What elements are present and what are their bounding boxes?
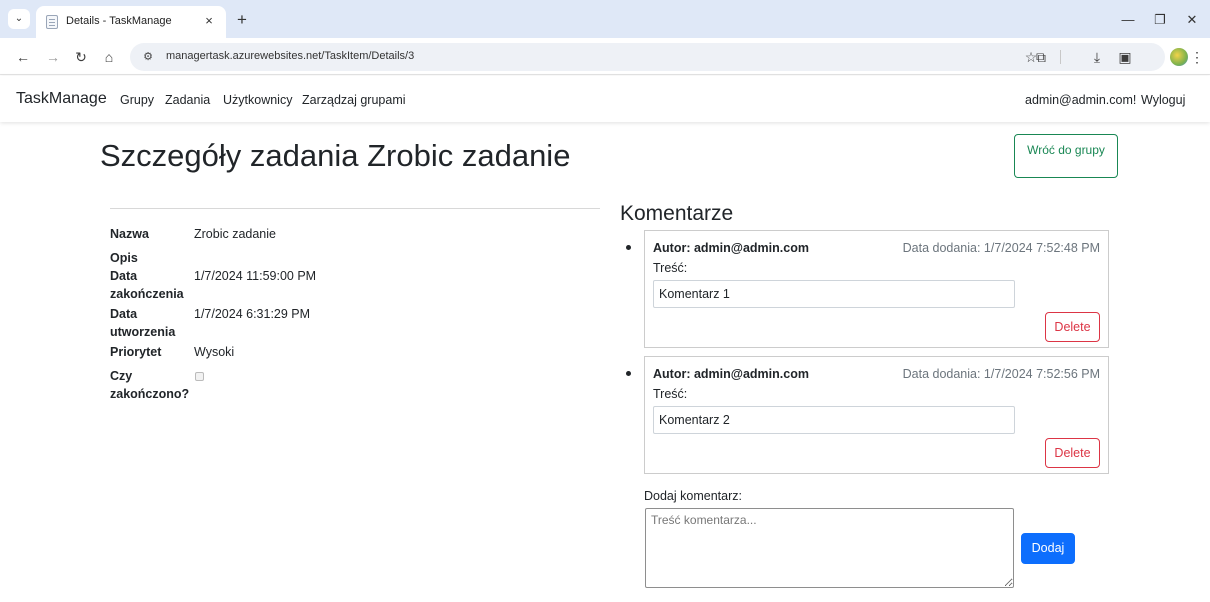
list-bullet xyxy=(626,245,631,250)
detail-label-data-utworzenia: Data utworzenia xyxy=(110,307,176,339)
comment-content-label: Treść: xyxy=(653,387,688,401)
comment-content: Komentarz 1 xyxy=(653,280,1015,308)
page-title: Szczegóły zadania Zrobic zadanie xyxy=(100,138,571,173)
side-panel-icon[interactable]: ▣ xyxy=(1114,46,1136,68)
app-navbar: TaskManage Grupy Zadania Użytkownicy Zar… xyxy=(0,76,1210,122)
comment-card: Autor: admin@admin.com Data dodania: 1/7… xyxy=(644,230,1109,348)
comment-content-label: Treść: xyxy=(653,261,688,275)
page-favicon-icon xyxy=(46,15,58,29)
nav-link-zarzadzaj-grupami[interactable]: Zarządzaj grupami xyxy=(302,93,406,107)
browser-toolbar: ← → ↻ ⌂ ⚙ managertask.azurewebsites.net/… xyxy=(0,38,1210,75)
comment-date: Data dodania: 1/7/2024 7:52:48 PM xyxy=(902,241,1100,255)
tab-search-icon[interactable]: ⌄ xyxy=(8,9,30,29)
list-bullet xyxy=(626,371,631,376)
forward-arrow-icon[interactable]: → xyxy=(42,46,64,68)
detail-label-priorytet: Priorytet xyxy=(110,345,162,359)
site-info-icon[interactable]: ⚙ xyxy=(136,47,160,67)
delete-comment-button[interactable]: Delete xyxy=(1045,312,1100,342)
details-divider xyxy=(110,208,600,209)
detail-value-nazwa: Zrobic zadanie xyxy=(194,227,276,241)
nav-link-grupy[interactable]: Grupy xyxy=(120,93,154,107)
add-comment-textarea[interactable] xyxy=(645,508,1014,588)
toolbar-divider xyxy=(1060,50,1061,64)
browser-tab-strip: ⌄ Details - TaskManage × + — ❐ ✕ xyxy=(0,0,1210,38)
menu-dots-icon[interactable]: ⋮ xyxy=(1186,46,1208,68)
minimize-icon[interactable]: — xyxy=(1116,10,1140,30)
comment-content: Komentarz 2 xyxy=(653,406,1015,434)
nav-link-uzytkownicy[interactable]: Użytkownicy xyxy=(223,93,292,107)
comment-date: Data dodania: 1/7/2024 7:52:56 PM xyxy=(902,367,1100,381)
tab-title: Details - TaskManage xyxy=(66,15,172,27)
add-comment-label: Dodaj komentarz: xyxy=(644,489,742,503)
reload-icon[interactable]: ↻ xyxy=(70,46,92,68)
comments-title: Komentarze xyxy=(620,202,734,225)
detail-label-czy-zakonczono: Czy zakończono? xyxy=(110,369,190,401)
delete-comment-button[interactable]: Delete xyxy=(1045,438,1100,468)
close-window-icon[interactable]: ✕ xyxy=(1180,10,1204,30)
comment-author: Autor: admin@admin.com xyxy=(653,241,809,255)
url-text[interactable]: managertask.azurewebsites.net/TaskItem/D… xyxy=(166,50,414,62)
browser-tab[interactable]: Details - TaskManage × xyxy=(36,6,226,38)
detail-label-nazwa: Nazwa xyxy=(110,227,149,241)
detail-label-data-zakonczenia: Data zakończenia xyxy=(110,269,184,301)
comment-author: Autor: admin@admin.com xyxy=(653,367,809,381)
new-tab-icon[interactable]: + xyxy=(232,10,252,30)
user-greeting: admin@admin.com! xyxy=(1025,93,1137,107)
detail-value-data-utworzenia: 1/7/2024 6:31:29 PM xyxy=(194,307,311,321)
download-icon[interactable]: ⤓ xyxy=(1086,46,1108,68)
detail-label-opis: Opis xyxy=(110,251,138,265)
tab-close-icon[interactable]: × xyxy=(200,12,218,30)
home-icon[interactable]: ⌂ xyxy=(98,46,120,68)
brand-link[interactable]: TaskManage xyxy=(16,90,107,108)
extensions-icon[interactable]: ⧉ xyxy=(1030,46,1052,68)
back-arrow-icon[interactable]: ← xyxy=(12,46,34,68)
back-to-group-button[interactable]: Wróć do grupy xyxy=(1014,134,1118,178)
detail-value-data-zakonczenia: 1/7/2024 11:59:00 PM xyxy=(194,269,317,283)
detail-value-priorytet: Wysoki xyxy=(194,345,235,359)
restore-icon[interactable]: ❐ xyxy=(1148,10,1172,30)
address-bar[interactable]: ⚙ managertask.azurewebsites.net/TaskItem… xyxy=(130,43,1165,71)
logout-link[interactable]: Wyloguj xyxy=(1141,93,1185,107)
completed-checkbox xyxy=(195,372,204,381)
add-comment-button[interactable]: Dodaj xyxy=(1021,533,1075,564)
nav-link-zadania[interactable]: Zadania xyxy=(165,93,210,107)
comment-card: Autor: admin@admin.com Data dodania: 1/7… xyxy=(644,356,1109,474)
